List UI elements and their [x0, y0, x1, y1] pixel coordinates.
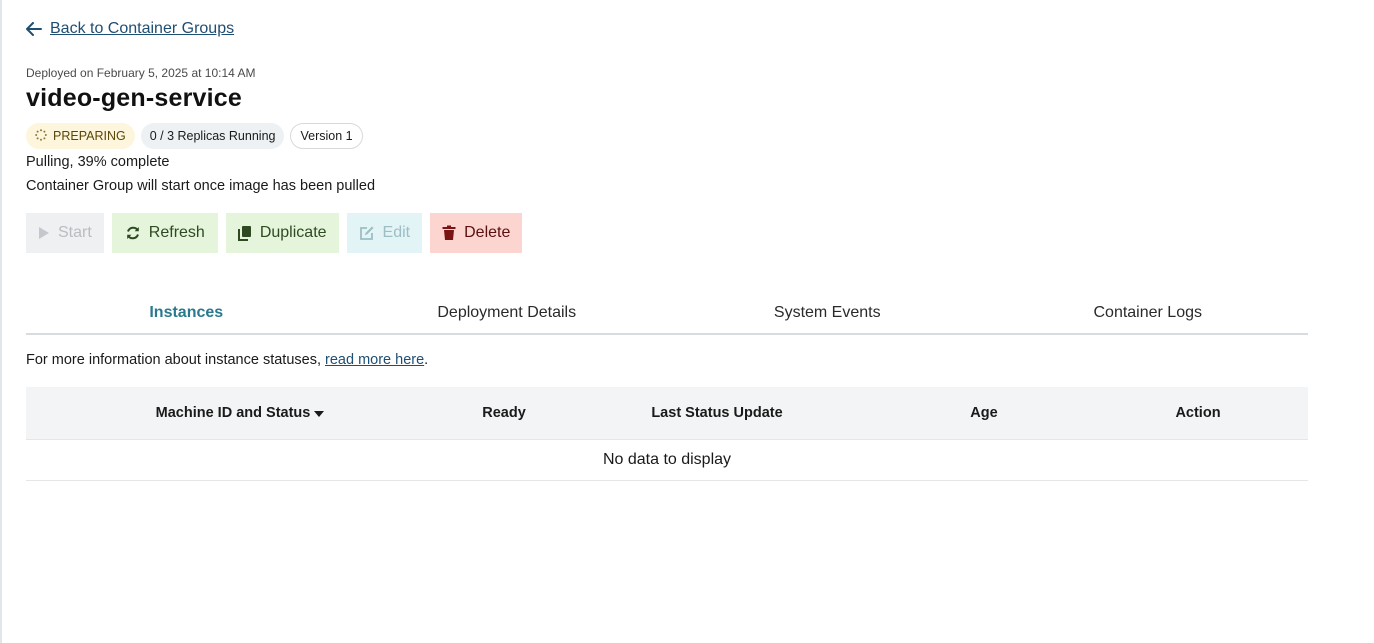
empty-table-message: No data to display: [26, 440, 1308, 481]
page-title: video-gen-service: [26, 84, 242, 112]
back-to-container-groups-link[interactable]: Back to Container Groups: [26, 20, 234, 38]
tab-bar: Instances Deployment Details System Even…: [26, 293, 1308, 335]
read-more-link[interactable]: read more here: [325, 352, 424, 368]
table-header: Machine ID and Status Ready Last Status …: [26, 387, 1308, 440]
page: Back to Container Groups Deployed on Feb…: [0, 0, 1374, 643]
column-header-last-status-update: Last Status Update: [651, 405, 783, 421]
copy-icon: [237, 225, 252, 241]
column-header-label: Machine ID and Status: [155, 405, 311, 421]
duplicate-button[interactable]: Duplicate: [225, 213, 339, 253]
pulling-progress-text: Pulling, 39% complete: [26, 154, 170, 170]
start-button-label: Start: [58, 224, 92, 241]
instance-status-info: For more information about instance stat…: [26, 352, 428, 368]
tab-system-events[interactable]: System Events: [667, 293, 988, 333]
edit-button[interactable]: Edit: [346, 213, 423, 253]
action-toolbar: Start Refresh Duplicate Edit Delete: [26, 213, 523, 253]
column-header-age: Age: [970, 405, 998, 421]
refresh-icon: [125, 225, 141, 241]
status-badge: PREPARING: [26, 123, 135, 149]
duplicate-button-label: Duplicate: [259, 224, 327, 241]
play-icon: [38, 226, 50, 240]
sort-down-icon: [314, 405, 325, 421]
instances-table: Machine ID and Status Ready Last Status …: [26, 387, 1308, 481]
refresh-button-label: Refresh: [148, 224, 205, 241]
tab-instances[interactable]: Instances: [26, 293, 347, 333]
info-suffix: .: [424, 352, 429, 368]
refresh-button[interactable]: Refresh: [111, 213, 218, 253]
tab-deployment-details[interactable]: Deployment Details: [347, 293, 668, 333]
delete-button[interactable]: Delete: [430, 213, 523, 253]
replicas-badge: 0 / 3 Replicas Running: [140, 123, 285, 149]
version-badge: Version 1: [290, 123, 363, 149]
start-button[interactable]: Start: [26, 213, 104, 253]
status-badge-label: PREPARING: [53, 129, 126, 143]
column-header-action: Action: [1175, 405, 1221, 421]
info-text: For more information about instance stat…: [26, 352, 326, 368]
back-link-label: Back to Container Groups: [50, 20, 235, 37]
column-header-machine-id[interactable]: Machine ID and Status: [26, 405, 454, 421]
status-badges: PREPARING 0 / 3 Replicas Running Version…: [26, 123, 363, 149]
column-header-ready: Ready: [482, 405, 526, 421]
arrow-left-icon: [26, 22, 42, 36]
tab-container-logs[interactable]: Container Logs: [988, 293, 1309, 333]
trash-icon: [442, 225, 456, 241]
start-note-text: Container Group will start once image ha…: [26, 178, 376, 194]
delete-button-label: Delete: [464, 224, 511, 241]
deployed-timestamp: Deployed on February 5, 2025 at 10:14 AM: [26, 66, 256, 80]
edit-icon: [359, 225, 375, 241]
spinner-icon: [35, 128, 47, 144]
edit-button-label: Edit: [382, 224, 411, 241]
